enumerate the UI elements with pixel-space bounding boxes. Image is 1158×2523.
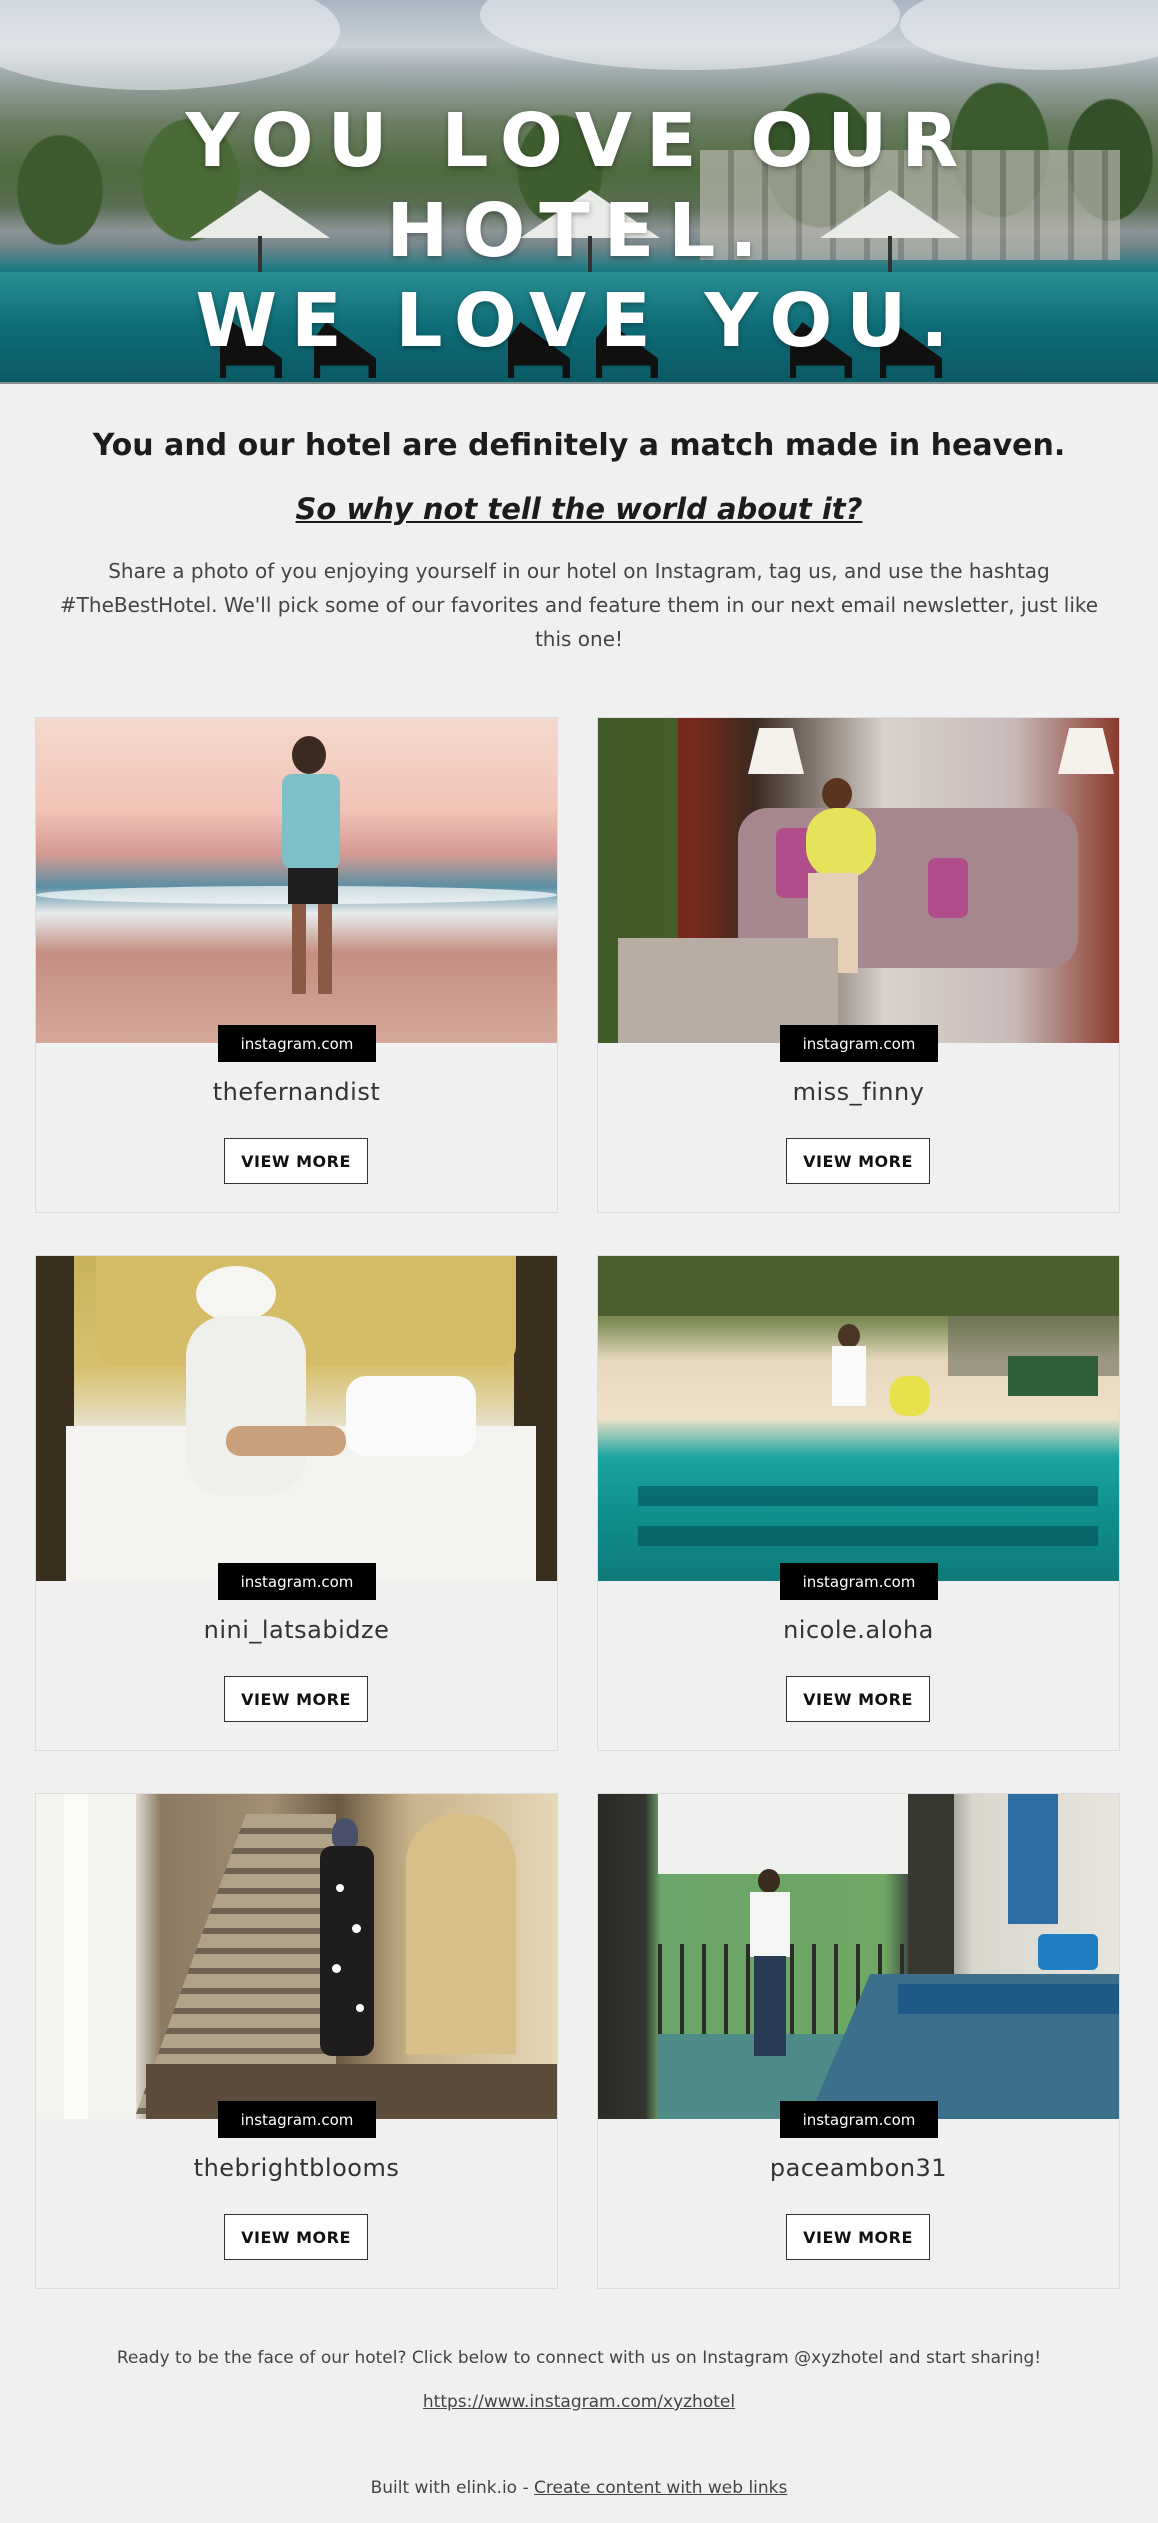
intro-subheading: So why not tell the world about it? bbox=[295, 492, 863, 526]
post-photo[interactable] bbox=[598, 718, 1119, 1043]
view-more-button[interactable]: VIEW MORE bbox=[786, 2214, 930, 2260]
view-more-button[interactable]: VIEW MORE bbox=[786, 1676, 930, 1722]
source-badge: instagram.com bbox=[780, 2101, 938, 2138]
source-badge: instagram.com bbox=[780, 1025, 938, 1062]
built-with-text: Built with elink.io - bbox=[370, 2478, 535, 2498]
post-username: nini_latsabidze bbox=[203, 1616, 390, 1644]
built-with: Built with elink.io - Create content wit… bbox=[0, 2478, 1158, 2498]
source-badge: instagram.com bbox=[780, 1563, 938, 1600]
post-photo[interactable] bbox=[598, 1256, 1119, 1581]
post-photo[interactable] bbox=[598, 1794, 1119, 2119]
post-photo[interactable] bbox=[36, 718, 557, 1043]
post-photo[interactable] bbox=[36, 1256, 557, 1581]
instagram-link-row: https://www.instagram.com/xyzhotel bbox=[0, 2392, 1158, 2412]
post-username: paceambon31 bbox=[769, 2154, 948, 2182]
post-card: instagram.com thebrightblooms VIEW MORE bbox=[35, 1793, 558, 2289]
instagram-link[interactable]: https://www.instagram.com/xyzhotel bbox=[423, 2392, 735, 2412]
source-badge: instagram.com bbox=[218, 2101, 376, 2138]
post-username: thebrightblooms bbox=[193, 2154, 400, 2182]
view-more-button[interactable]: VIEW MORE bbox=[786, 1138, 930, 1184]
view-more-button[interactable]: VIEW MORE bbox=[224, 1676, 368, 1722]
cta-text: Ready to be the face of our hotel? Click… bbox=[116, 2348, 1042, 2368]
post-card: instagram.com nicole.aloha VIEW MORE bbox=[597, 1255, 1120, 1751]
view-more-button[interactable]: VIEW MORE bbox=[224, 2214, 368, 2260]
post-card: instagram.com nini_latsabidze VIEW MORE bbox=[35, 1255, 558, 1751]
intro-heading: You and our hotel are definitely a match… bbox=[92, 428, 1066, 463]
post-username: thefernandist bbox=[212, 1078, 381, 1106]
intro-body: Share a photo of you enjoying yourself i… bbox=[59, 559, 1099, 651]
source-badge: instagram.com bbox=[218, 1025, 376, 1062]
post-card: instagram.com thefernandist VIEW MORE bbox=[35, 717, 558, 1213]
built-with-link[interactable]: Create content with web links bbox=[534, 2478, 787, 2498]
hero-headline-line1: YOU LOVE OUR HOTEL. bbox=[185, 98, 973, 274]
post-username: miss_finny bbox=[792, 1078, 925, 1106]
post-username: nicole.aloha bbox=[783, 1616, 934, 1644]
hero-headline-line2: WE LOVE YOU. bbox=[195, 278, 963, 364]
post-photo[interactable] bbox=[36, 1794, 557, 2119]
post-card: instagram.com miss_finny VIEW MORE bbox=[597, 717, 1120, 1213]
source-badge: instagram.com bbox=[218, 1563, 376, 1600]
hero-banner: YOU LOVE OUR HOTEL. WE LOVE YOU. bbox=[0, 0, 1158, 384]
hero-headline: YOU LOVE OUR HOTEL. WE LOVE YOU. bbox=[0, 96, 1158, 366]
post-card: instagram.com paceambon31 VIEW MORE bbox=[597, 1793, 1120, 2289]
view-more-button[interactable]: VIEW MORE bbox=[224, 1138, 368, 1184]
